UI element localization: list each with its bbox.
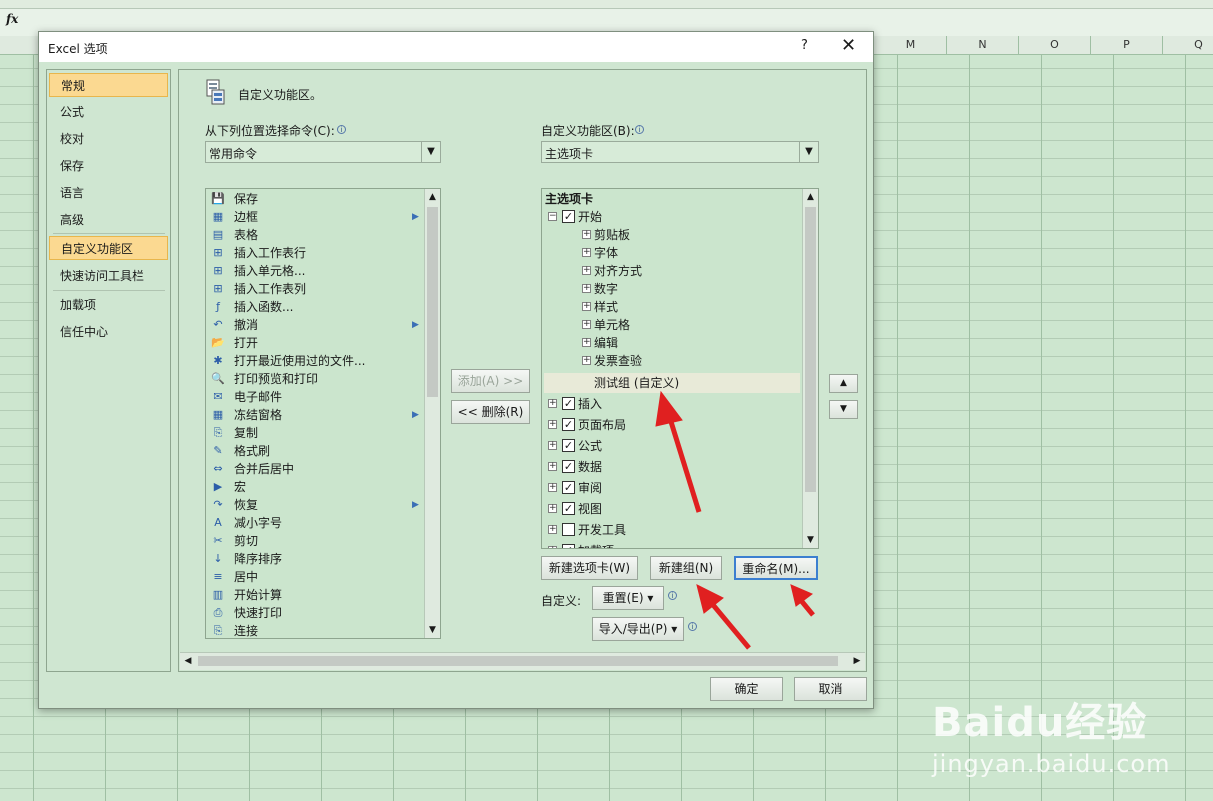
watermark-logo: Baidu经验: [932, 700, 1148, 746]
annotation-arrows: [655, 390, 815, 650]
baidu-watermark: Baidu经验 jingyan.baidu.com: [932, 690, 1202, 790]
watermark-url: jingyan.baidu.com: [932, 750, 1171, 778]
